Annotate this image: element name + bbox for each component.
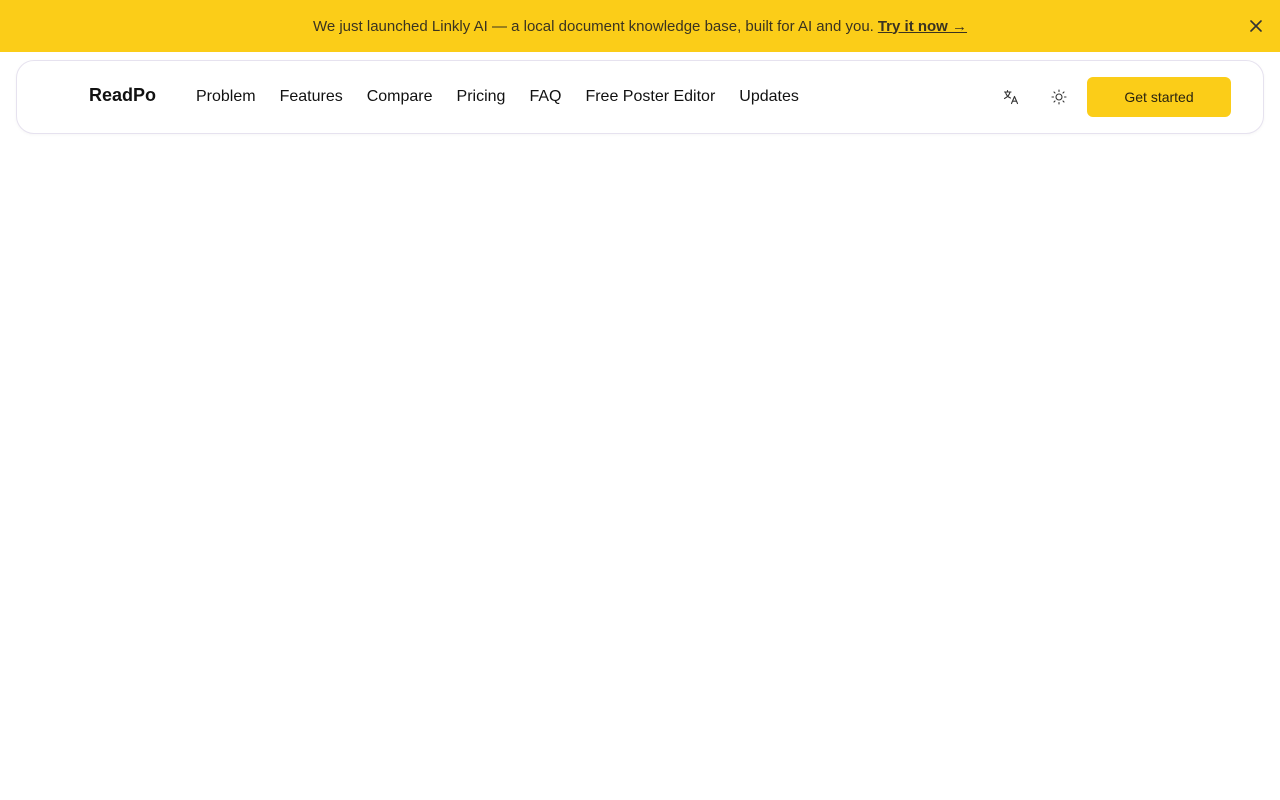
nav-links: Problem Features Compare Pricing FAQ Fre… — [196, 85, 799, 109]
close-icon[interactable] — [1246, 16, 1266, 36]
announcement-message: We just launched Linkly AI — a local doc… — [312, 17, 874, 35]
translate-icon[interactable] — [1000, 86, 1022, 108]
get-started-button[interactable]: Get started — [1087, 77, 1231, 117]
nav-link-poster-editor[interactable]: Free Poster Editor — [585, 85, 715, 109]
brand-logo-text[interactable]: ReadPo — [89, 85, 156, 106]
nav-link-faq[interactable]: FAQ — [529, 85, 561, 109]
nav-link-compare[interactable]: Compare — [367, 85, 433, 109]
announcement-text: We just launched Linkly AI — a local doc… — [313, 18, 967, 35]
nav-link-problem[interactable]: Problem — [196, 85, 256, 109]
main-navbar: ReadPo Problem Features Compare Pricing … — [16, 60, 1264, 134]
nav-link-features[interactable]: Features — [280, 85, 343, 109]
nav-link-pricing[interactable]: Pricing — [457, 85, 506, 109]
try-it-now-link[interactable]: Try it now → — [878, 18, 967, 35]
announcement-banner: We just launched Linkly AI — a local doc… — [0, 0, 1280, 52]
nav-link-updates[interactable]: Updates — [739, 85, 799, 109]
sun-icon[interactable] — [1048, 86, 1070, 108]
